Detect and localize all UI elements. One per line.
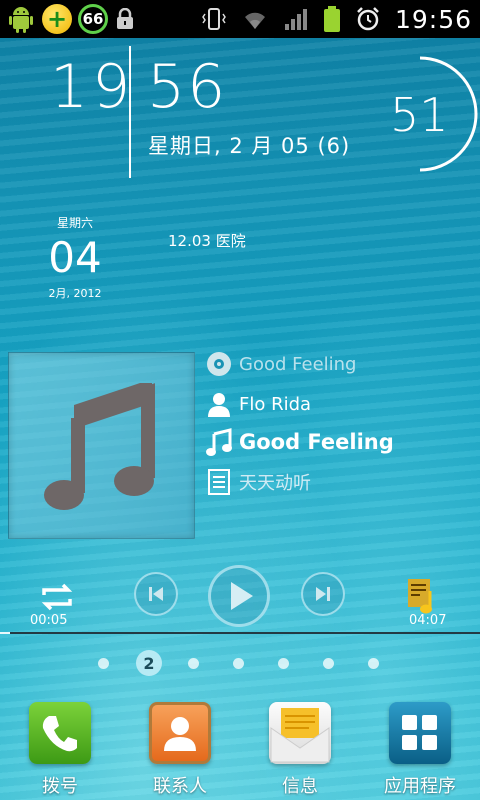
source-row: 天天动听 <box>205 468 311 496</box>
dock-phone[interactable]: 拨号 <box>10 702 110 798</box>
playlist-icon[interactable] <box>406 577 442 615</box>
next-icon <box>316 587 330 601</box>
signal-icon <box>284 9 307 30</box>
page-dot[interactable] <box>323 658 334 669</box>
plus-icon: + <box>42 4 72 34</box>
playback-controls <box>0 565 480 635</box>
total-time: 04:07 <box>409 613 447 628</box>
dock-label: 信息 <box>282 776 318 797</box>
page-dot[interactable] <box>278 658 289 669</box>
clock-date: 星期日, 2 月 05 (6) <box>148 134 351 158</box>
music-note-icon <box>44 383 155 510</box>
alarm-icon <box>357 7 379 31</box>
messages-icon <box>269 702 331 764</box>
note-icon <box>205 428 233 456</box>
clock-hour: 19 <box>50 52 135 122</box>
calendar-weekday: 星期六 <box>56 216 93 230</box>
vibrate-icon <box>202 8 226 30</box>
page-dot[interactable] <box>368 658 379 669</box>
title-row: Good Feeling <box>205 428 394 456</box>
calendar-event[interactable]: 12.03 医院 <box>168 230 246 251</box>
progress-fill <box>0 632 10 634</box>
status-bar[interactable]: + 66 19:56 <box>0 0 480 38</box>
elapsed-time: 00:05 <box>30 613 68 628</box>
progress-bar[interactable] <box>0 632 480 634</box>
dock-contacts[interactable]: 联系人 <box>130 702 230 798</box>
wifi-icon <box>244 12 265 29</box>
page-indicator[interactable]: 2 <box>0 650 480 676</box>
calendar-day: 04 <box>48 233 102 282</box>
previous-button[interactable] <box>134 572 178 616</box>
album-name: Good Feeling <box>239 353 357 375</box>
dock-label: 应用程序 <box>384 776 456 797</box>
track-title: Good Feeling <box>239 430 394 454</box>
cleaner-badge-icon: 66 <box>78 4 108 34</box>
current-page-number: 2 <box>143 653 155 673</box>
calendar-widget[interactable]: 星期六 04 2月, 2012 <box>30 214 120 301</box>
lock-icon <box>117 8 133 29</box>
dock-app-drawer[interactable]: 应用程序 <box>370 702 470 798</box>
play-icon <box>231 582 253 610</box>
phone-icon <box>29 702 91 764</box>
next-button[interactable] <box>301 572 345 616</box>
app-drawer-icon <box>389 702 451 764</box>
album-row: Good Feeling <box>205 350 356 378</box>
clock-divider <box>129 46 131 178</box>
dock-label: 联系人 <box>153 776 207 797</box>
contacts-icon <box>149 702 211 764</box>
calendar-month-year: 2月, 2012 <box>48 287 102 300</box>
disc-icon <box>205 350 233 378</box>
page-dot[interactable] <box>98 658 109 669</box>
clock-minute: 56 <box>147 52 228 122</box>
artist-icon <box>205 390 233 418</box>
lyrics-icon <box>205 468 233 496</box>
clock-seconds: 51 <box>390 88 449 142</box>
artist-name: Flo Rida <box>239 393 312 415</box>
dock-messages[interactable]: 信息 <box>250 702 350 798</box>
repeat-icon[interactable] <box>38 583 76 611</box>
status-time: 19:56 <box>394 4 472 34</box>
battery-icon <box>323 6 340 32</box>
player-app-name: 天天动听 <box>239 473 311 494</box>
play-button[interactable] <box>208 565 270 627</box>
android-debug-icon <box>9 7 33 33</box>
previous-icon <box>149 587 163 601</box>
dock-label: 拨号 <box>42 776 78 797</box>
artist-row: Flo Rida <box>205 390 311 418</box>
badge-count: 66 <box>82 10 104 28</box>
page-dot-current[interactable]: 2 <box>136 650 162 676</box>
page-dot[interactable] <box>188 658 199 669</box>
album-art[interactable] <box>8 352 195 539</box>
page-dot[interactable] <box>233 658 244 669</box>
